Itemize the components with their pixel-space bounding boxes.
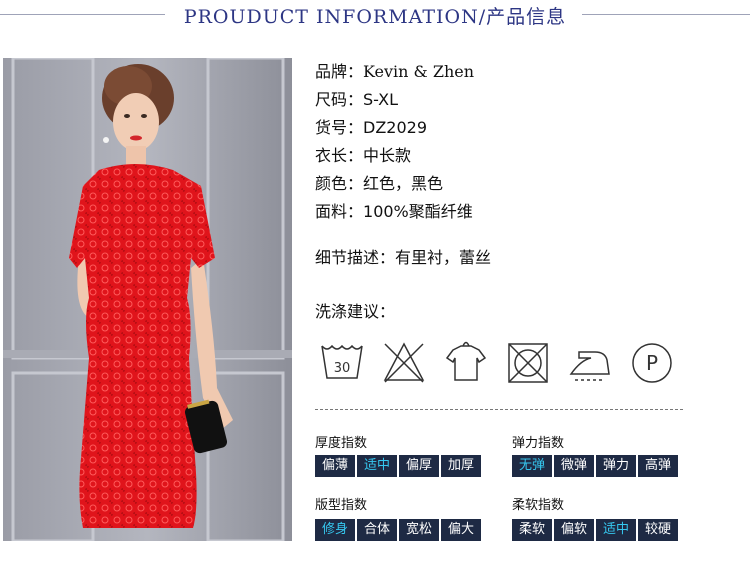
brand-label: 品牌：: [315, 62, 364, 81]
softness-option-1: 柔软: [512, 519, 552, 541]
wash-temp: 30: [334, 361, 351, 376]
thickness-option-4: 加厚: [441, 455, 481, 477]
material-value: 100%聚酯纤维: [363, 202, 473, 221]
detail-row: 细节描述：有里衬，蕾丝: [315, 248, 491, 268]
color-label: 颜色：: [315, 174, 364, 193]
length-row: 衣长：中长款: [315, 146, 411, 166]
elasticity-title: 弹力指数: [512, 436, 565, 451]
length-value: 中长款: [363, 146, 412, 165]
elasticity-option-2: 微弹: [554, 455, 594, 477]
thickness-option-3: 偏厚: [399, 455, 439, 477]
sku-value: DZ2029: [363, 118, 428, 137]
fit-title: 版型指数: [315, 498, 368, 513]
color-row: 颜色：红色，黑色: [315, 174, 443, 194]
fit-option-3: 宽松: [399, 519, 439, 541]
wash-heading: 洗涤建议：: [315, 302, 395, 322]
elasticity-option-1-selected: 无弹: [512, 455, 552, 477]
brand-row: 品牌：Kevin & Zhen: [315, 62, 474, 82]
thickness-option-1: 偏薄: [315, 455, 355, 477]
size-label: 尺码：: [315, 90, 364, 109]
fit-option-1-selected: 修身: [315, 519, 355, 541]
softness-option-3-selected: 适中: [596, 519, 636, 541]
iron-icon: [569, 351, 610, 381]
fit-option-2: 合体: [357, 519, 397, 541]
material-label: 面料：: [315, 202, 364, 221]
section-title: PROUDUCT INFORMATION/产品信息: [183, 6, 567, 28]
size-value: S-XL: [363, 90, 399, 109]
material-row: 面料：100%聚酯纤维: [315, 202, 473, 222]
thickness-title: 厚度指数: [315, 436, 368, 451]
length-label: 衣长：: [315, 146, 364, 165]
softness-option-2: 偏软: [554, 519, 594, 541]
dryclean-letter: P: [646, 351, 658, 375]
size-row: 尺码：S-XL: [315, 90, 398, 110]
softness-index: 柔软 偏软 适中 较硬: [512, 519, 678, 541]
elasticity-index: 无弹 微弹 弹力 高弹: [512, 455, 678, 477]
detail-label: 细节描述：: [315, 248, 396, 267]
hang-dry-icon: [445, 341, 487, 381]
sku-label: 货号：: [315, 118, 364, 137]
wash-label: 洗涤建议：: [315, 302, 396, 321]
thickness-option-2-selected: 适中: [357, 455, 397, 477]
softness-title: 柔软指数: [512, 498, 565, 513]
no-tumble-dry-icon: [508, 343, 548, 383]
color-value: 红色，黑色: [363, 174, 444, 193]
section-divider: [315, 409, 683, 410]
no-bleach-icon: [383, 342, 425, 383]
elasticity-option-4: 高弹: [638, 455, 678, 477]
header-line-right: [582, 14, 750, 15]
fit-index: 修身 合体 宽松 偏大: [315, 519, 481, 541]
thickness-index: 偏薄 适中 偏厚 加厚: [315, 455, 481, 477]
fit-option-4: 偏大: [441, 519, 481, 541]
wash-30-icon: 30: [321, 344, 363, 379]
softness-option-4: 较硬: [638, 519, 678, 541]
detail-value: 有里衬，蕾丝: [395, 248, 492, 267]
dry-clean-p-icon: P: [632, 343, 672, 383]
brand-value: Kevin & Zhen: [363, 62, 475, 81]
elasticity-option-3: 弹力: [596, 455, 636, 477]
product-photo: [3, 58, 292, 541]
sku-row: 货号：DZ2029: [315, 118, 427, 138]
care-icons: 30 P: [315, 340, 685, 386]
